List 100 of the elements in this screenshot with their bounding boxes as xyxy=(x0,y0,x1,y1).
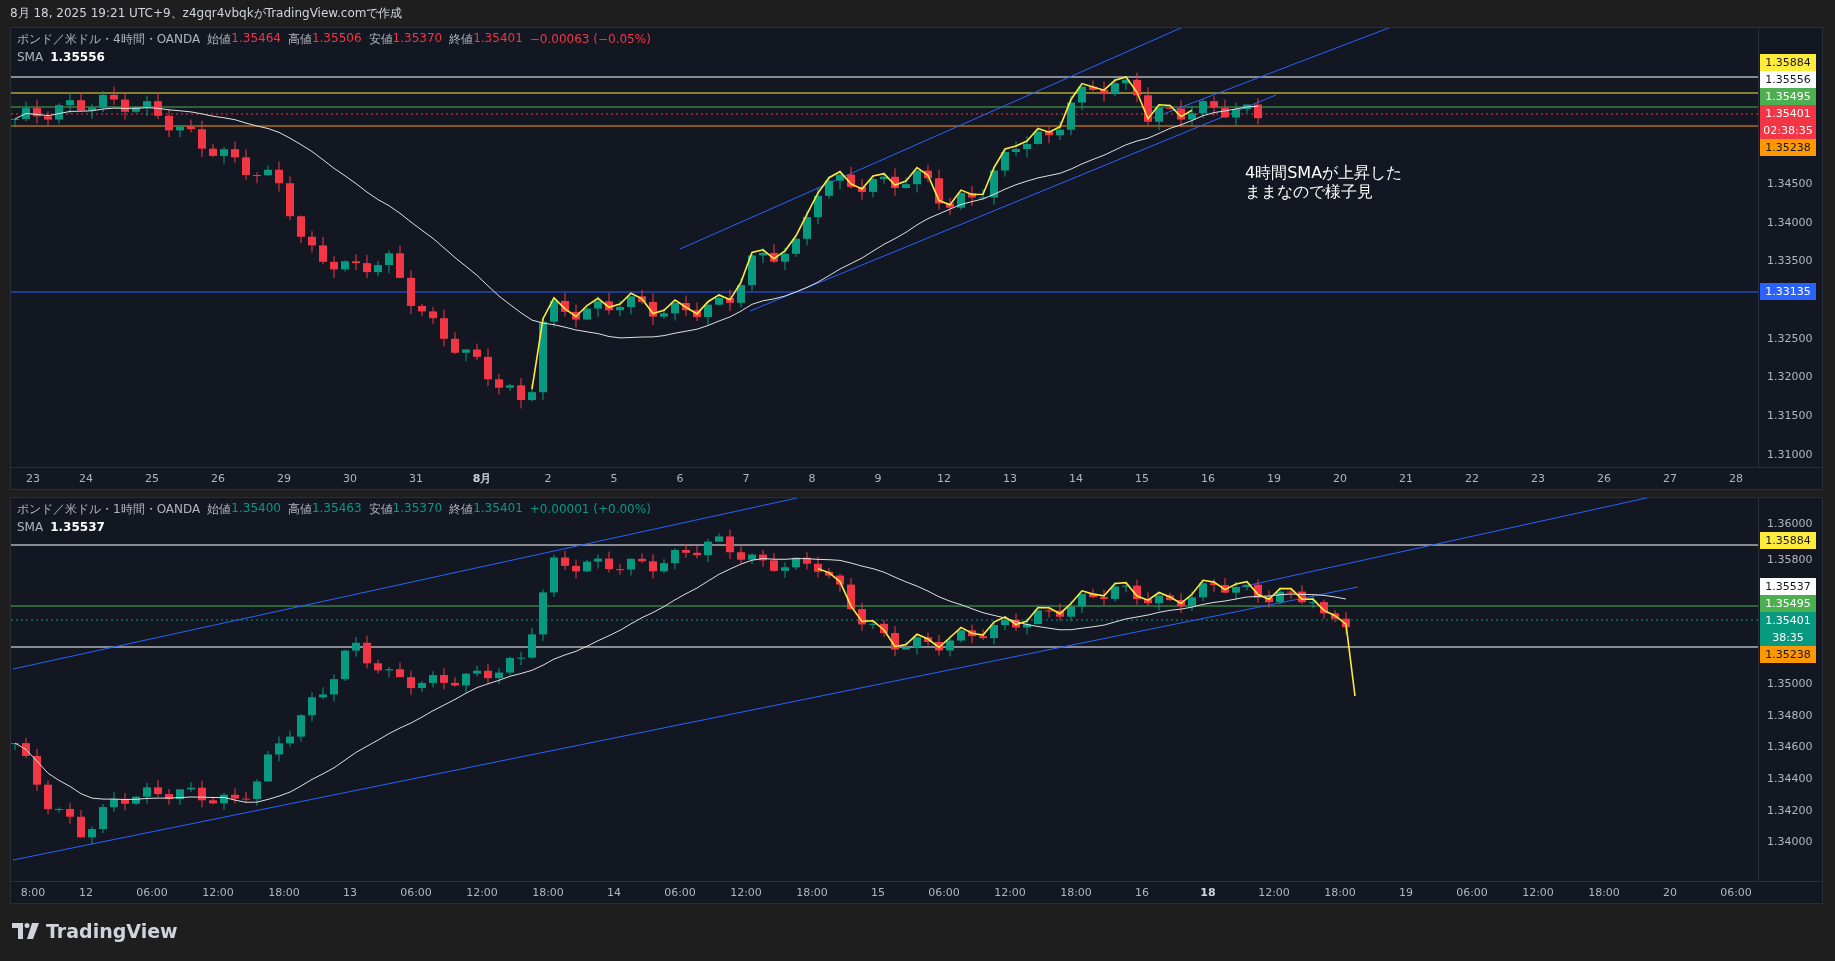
ohlc-label: 始値 xyxy=(207,30,232,48)
time-label: 6 xyxy=(675,472,685,485)
price-tag: 1.35537 xyxy=(1760,578,1816,595)
time-label: 8月 xyxy=(471,471,493,486)
price-tag: 1.35884 xyxy=(1760,54,1816,71)
time-label: 18:00 xyxy=(531,886,565,899)
price-tick: 1.35000 xyxy=(1767,677,1813,690)
price-tag: 1.35556 xyxy=(1760,71,1816,88)
time-label: 06:00 xyxy=(1719,886,1753,899)
ohlc-label: 安値 xyxy=(368,30,393,48)
price-tick: 1.31500 xyxy=(1767,409,1813,422)
ohlc-value: 1.35400 xyxy=(231,500,281,517)
time-label: 27 xyxy=(1662,472,1678,485)
price-tag: 1.35401 38:35 xyxy=(1760,612,1816,646)
time-label: 19 xyxy=(1266,472,1282,485)
time-label: 16 xyxy=(1200,472,1216,485)
annotation-text: ままなので様子見 xyxy=(1245,182,1373,201)
ohlc-value: 1.35370 xyxy=(392,500,443,517)
time-label: 20 xyxy=(1662,886,1678,899)
time-label: 15 xyxy=(870,886,886,899)
time-label: 12:00 xyxy=(993,886,1027,899)
price-tick: 1.32500 xyxy=(1767,332,1813,345)
time-label: 14 xyxy=(1068,472,1084,485)
time-label: 8:00 xyxy=(19,886,47,899)
time-label: 9 xyxy=(873,472,883,485)
price-change: +0.00001 (+0.00%) xyxy=(529,502,651,516)
time-label: 26 xyxy=(210,472,226,485)
time-label: 18:00 xyxy=(1587,886,1621,899)
price-tick: 1.31000 xyxy=(1767,448,1813,461)
price-tag: 1.35401 02:38:35 xyxy=(1760,105,1816,139)
time-label: 8 xyxy=(807,472,817,485)
time-label: 12 xyxy=(936,472,952,485)
time-label: 20 xyxy=(1332,472,1348,485)
price-tick: 1.32000 xyxy=(1767,370,1813,383)
symbol-title: ポンド／米ドル・4時間・OANDA xyxy=(17,30,201,48)
price-tick: 1.34500 xyxy=(1767,177,1813,190)
indicator-value: 1.35537 xyxy=(50,520,105,534)
time-label: 16 xyxy=(1134,886,1150,899)
price-tick: 1.36000 xyxy=(1767,517,1813,530)
price-tick: 1.34800 xyxy=(1767,709,1813,722)
time-label: 28 xyxy=(1728,472,1744,485)
time-label: 23 xyxy=(1530,472,1546,485)
ohlc-value: 1.35370 xyxy=(392,30,443,47)
time-label: 18:00 xyxy=(1059,886,1093,899)
time-label: 14 xyxy=(606,886,622,899)
indicator-value: 1.35556 xyxy=(50,50,105,64)
brand-name: TradingView xyxy=(46,920,178,942)
time-label: 12:00 xyxy=(465,886,499,899)
ohlc-value: 1.35463 xyxy=(311,500,362,517)
time-label: 29 xyxy=(276,472,292,485)
ohlc-label: 終値 xyxy=(449,500,474,518)
indicator-name: SMA xyxy=(17,520,44,534)
annotation-text: 4時間SMAが上昇した xyxy=(1245,163,1403,182)
time-label: 06:00 xyxy=(135,886,169,899)
time-label: 12:00 xyxy=(729,886,763,899)
ohlc-value: 1.35464 xyxy=(231,30,281,47)
price-tick: 1.34000 xyxy=(1767,216,1813,229)
price-tag: 1.33135 xyxy=(1760,283,1816,300)
time-label: 06:00 xyxy=(663,886,697,899)
price-tag: 1.35238 xyxy=(1760,139,1816,156)
time-label: 22 xyxy=(1464,472,1480,485)
ohlc-label: 高値 xyxy=(287,30,312,48)
price-change: −0.00063 (−0.05%) xyxy=(529,32,651,46)
price-tick: 1.34600 xyxy=(1767,740,1813,753)
chart-caption: 8月 18, 2025 19:21 UTC+9、z4gqr4vbqkがTradingView.comで作成 xyxy=(10,5,404,22)
time-label: 13 xyxy=(1002,472,1018,485)
time-label: 06:00 xyxy=(1455,886,1489,899)
time-label: 12:00 xyxy=(201,886,235,899)
time-label: 18 xyxy=(1199,886,1217,899)
price-tick: 1.34200 xyxy=(1767,804,1813,817)
price-tick: 1.33500 xyxy=(1767,254,1813,267)
price-tick: 1.34400 xyxy=(1767,772,1813,785)
indicator-name: SMA xyxy=(17,50,44,64)
time-label: 26 xyxy=(1596,472,1612,485)
time-label: 21 xyxy=(1398,472,1414,485)
time-label: 13 xyxy=(342,886,358,899)
time-label: 2 xyxy=(543,472,553,485)
time-label: 18:00 xyxy=(267,886,301,899)
ohlc-label: 始値 xyxy=(207,500,232,518)
time-label: 18:00 xyxy=(795,886,829,899)
time-label: 23 xyxy=(25,472,41,485)
time-label: 7 xyxy=(741,472,751,485)
time-label: 24 xyxy=(78,472,94,485)
time-label: 06:00 xyxy=(927,886,961,899)
price-tag: 1.35238 xyxy=(1760,646,1816,663)
ohlc-label: 高値 xyxy=(287,500,312,518)
time-label: 25 xyxy=(144,472,160,485)
ohlc-value: 1.35401 xyxy=(473,500,523,517)
time-label: 18:00 xyxy=(1323,886,1357,899)
ohlc-value: 1.35506 xyxy=(311,30,362,47)
ohlc-value: 1.35401 xyxy=(473,30,523,47)
time-label: 12:00 xyxy=(1257,886,1291,899)
time-label: 31 xyxy=(408,472,424,485)
time-label: 5 xyxy=(609,472,619,485)
time-label: 06:00 xyxy=(399,886,433,899)
price-tick: 1.35800 xyxy=(1767,553,1813,566)
time-label: 15 xyxy=(1134,472,1150,485)
time-label: 12 xyxy=(78,886,94,899)
time-label: 12:00 xyxy=(1521,886,1555,899)
time-label: 30 xyxy=(342,472,358,485)
